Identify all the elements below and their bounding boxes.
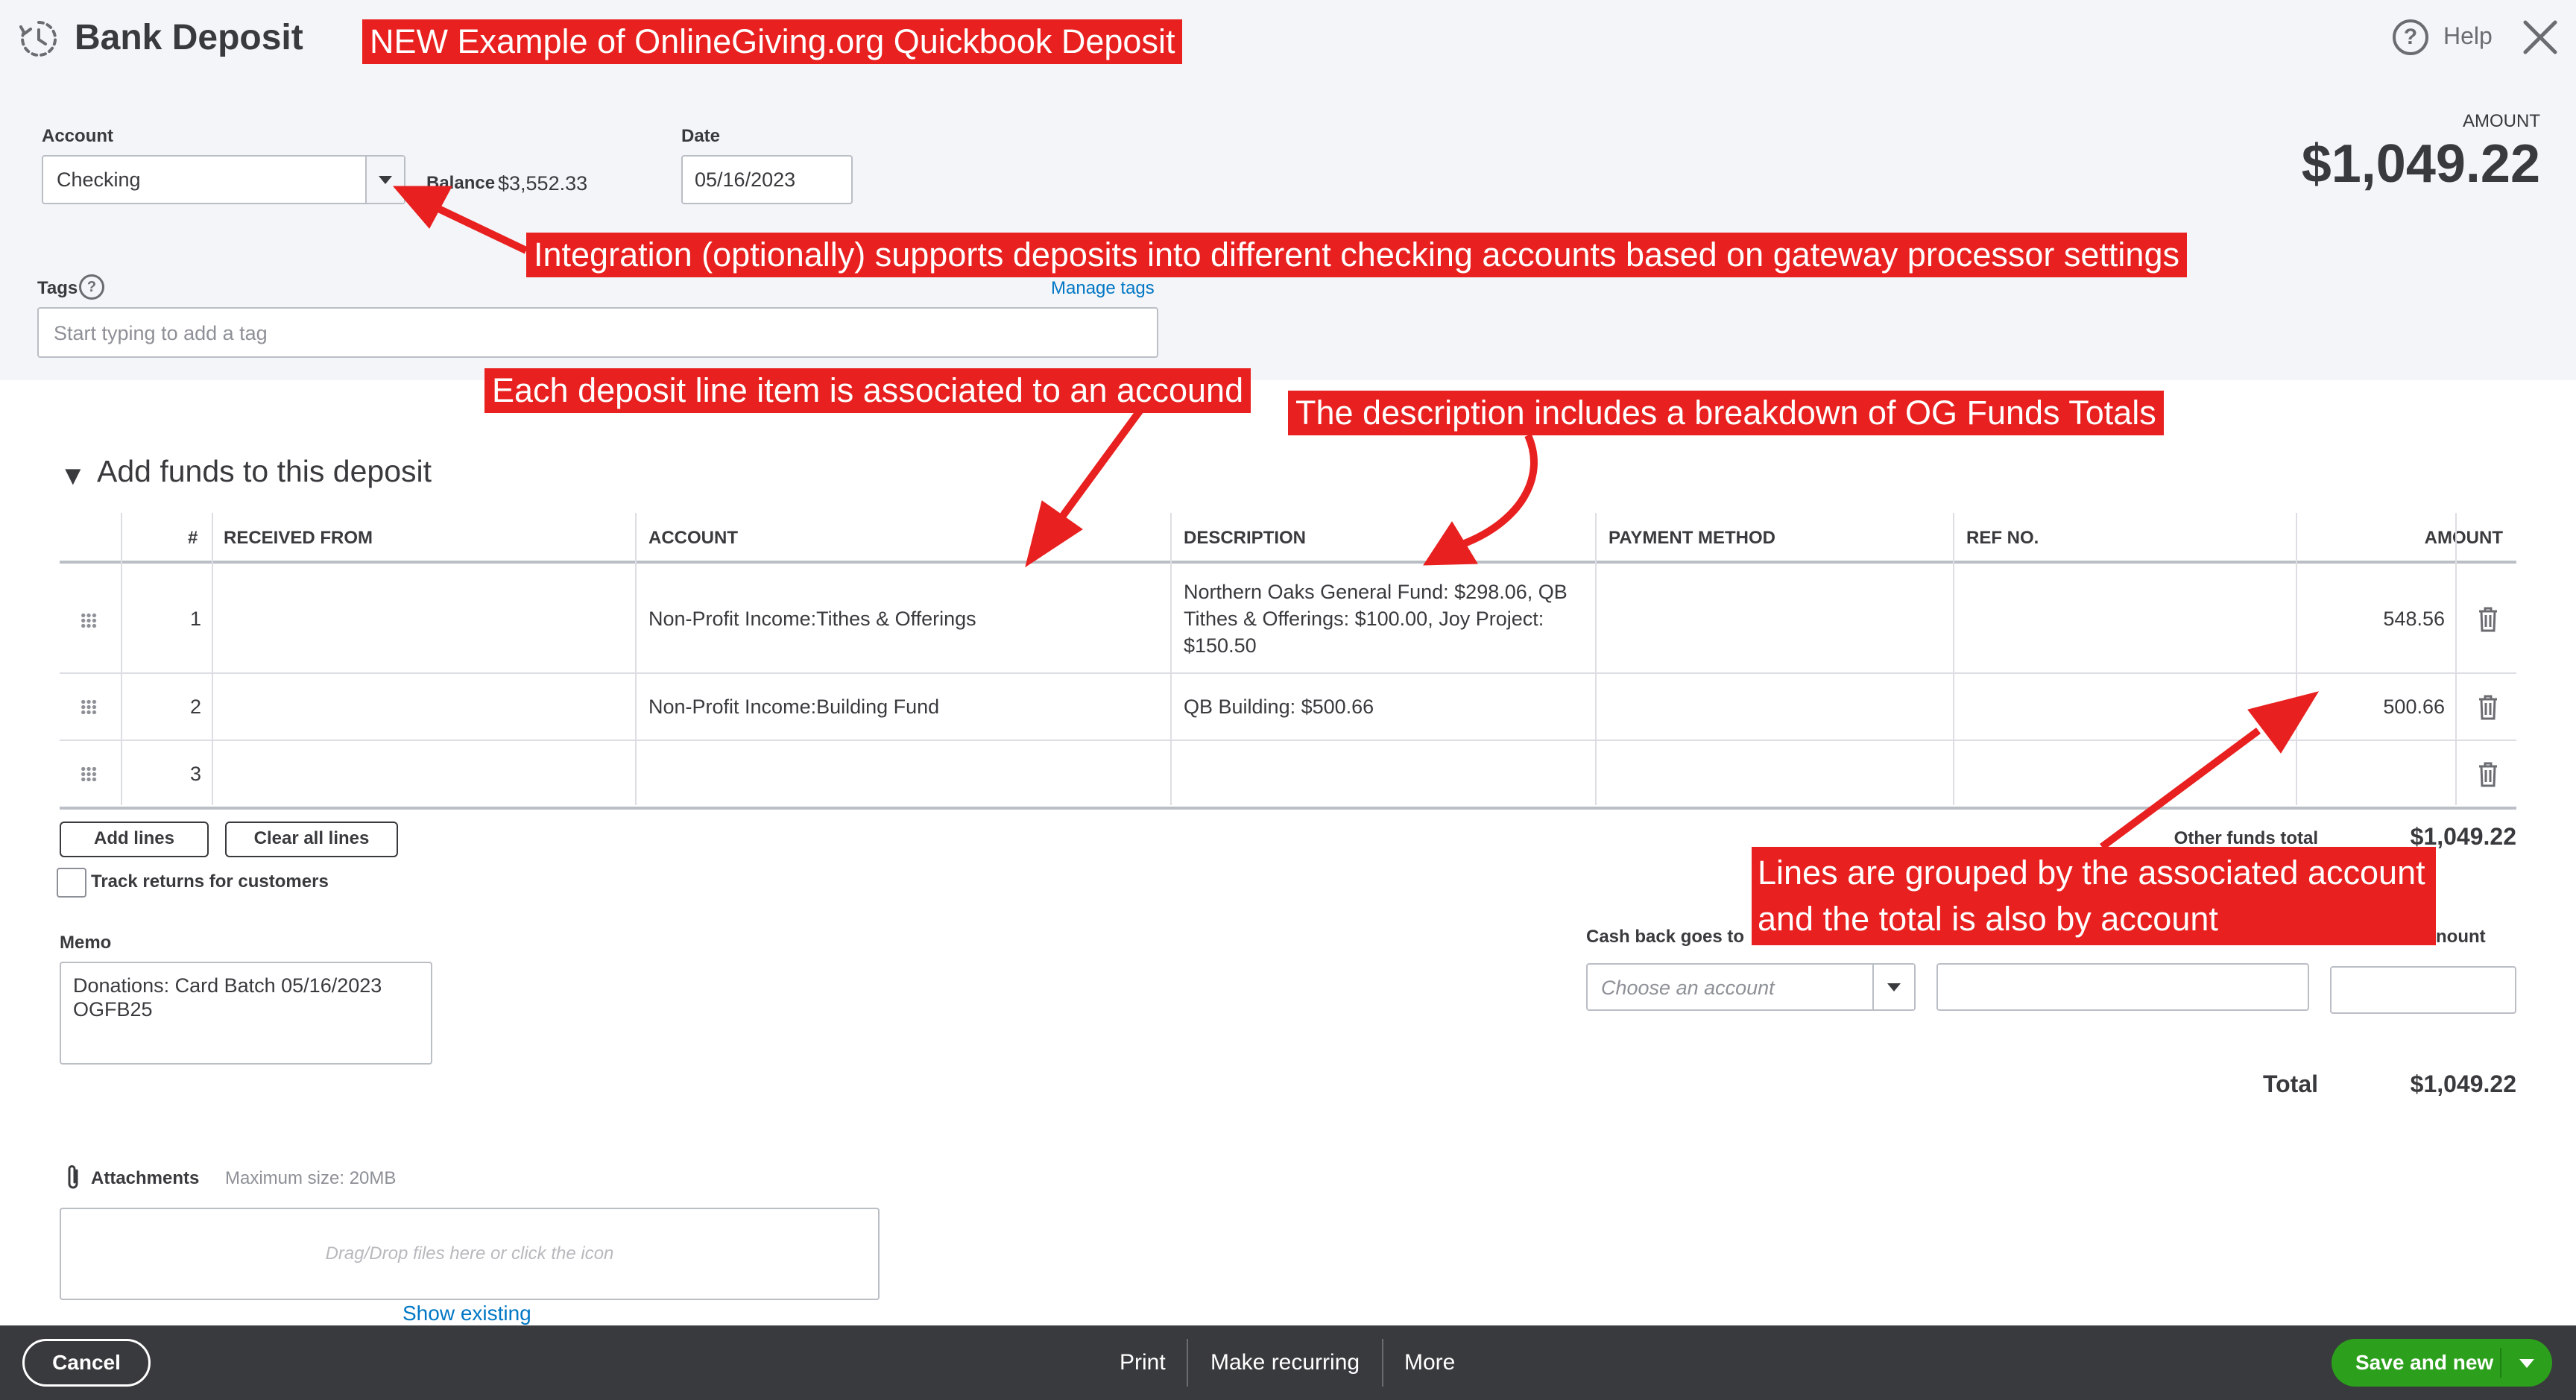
- save-and-new-button[interactable]: Save and new: [2332, 1339, 2552, 1387]
- amount-total: $1,049.22: [2301, 134, 2540, 194]
- row-description-line: Northern Oaks General Fund: $298.06, QB: [1184, 581, 1568, 603]
- track-returns-checkbox[interactable]: [57, 868, 86, 898]
- tags-placeholder: Start typing to add a tag: [54, 322, 268, 344]
- col-header-description: DESCRIPTION: [1184, 528, 1307, 548]
- drag-handle-icon[interactable]: [80, 613, 97, 628]
- cash-back-memo-input[interactable]: [1936, 963, 2309, 1011]
- add-lines-button[interactable]: Add lines: [60, 822, 209, 857]
- balance-label: Balance: [426, 173, 496, 193]
- col-header-received-from: RECEIVED FROM: [224, 528, 373, 548]
- help-label[interactable]: Help: [2443, 21, 2493, 51]
- annotation-description-note: The description includes a breakdown of …: [1288, 391, 2164, 435]
- print-link[interactable]: Print: [1120, 1348, 1166, 1378]
- account-select-value: Checking: [57, 168, 141, 191]
- annotation-grouped-note: Lines are grouped by the associated acco…: [1752, 847, 2436, 945]
- section-title[interactable]: Add funds to this deposit: [97, 450, 432, 492]
- help-icon[interactable]: ?: [2393, 19, 2428, 55]
- footer-divider: [1382, 1339, 1383, 1387]
- drag-handle-icon[interactable]: [80, 766, 97, 781]
- row-amount[interactable]: 500.66: [2311, 693, 2445, 720]
- trash-icon[interactable]: [2478, 607, 2498, 632]
- annotation-arrow-line: [1055, 408, 1144, 524]
- row-amount[interactable]: 548.56: [2311, 605, 2445, 632]
- table-row[interactable]: 2 Non-Profit Income:Building Fund QB Bui…: [60, 674, 2516, 741]
- row-description-line: $150.50: [1184, 634, 1257, 657]
- close-icon[interactable]: [2519, 16, 2561, 58]
- total-label: Total: [2262, 1071, 2318, 1097]
- col-header-account: ACCOUNT: [648, 528, 738, 548]
- cash-back-label: Cash back goes to: [1586, 927, 1745, 947]
- col-header-payment-method: PAYMENT METHOD: [1609, 528, 1776, 548]
- row-number: 2: [189, 696, 201, 718]
- tags-info-icon[interactable]: ?: [79, 274, 104, 300]
- recent-transactions-icon[interactable]: [18, 18, 60, 60]
- col-header-amount: AMOUNT: [2424, 528, 2503, 548]
- annotation-line-item-note: Each deposit line item is associated to …: [484, 368, 1251, 413]
- chevron-down-icon: [379, 175, 392, 184]
- cash-back-amount-label: nount: [2436, 927, 2486, 947]
- footer-divider: [1187, 1339, 1188, 1387]
- annotation-title-note: NEW Example of OnlineGiving.org Quickboo…: [362, 19, 1183, 64]
- total-value: $1,049.22: [2410, 1071, 2516, 1097]
- row-description[interactable]: QB Building: $500.66: [1184, 693, 1374, 720]
- tags-label: Tags: [37, 278, 78, 298]
- trash-icon[interactable]: [2478, 695, 2498, 720]
- date-label: Date: [681, 126, 721, 146]
- clear-all-lines-button[interactable]: Clear all lines: [225, 822, 398, 857]
- track-returns-label[interactable]: Track returns for customers: [91, 871, 329, 893]
- page-title: Bank Deposit: [75, 18, 303, 57]
- table-header: # RECEIVED FROM ACCOUNT DESCRIPTION PAYM…: [60, 513, 2516, 564]
- table-row[interactable]: 3: [60, 741, 2516, 810]
- annotation-grouped-note-line: and the total is also by account: [1758, 900, 2218, 938]
- row-account[interactable]: Non-Profit Income:Tithes & Offerings: [648, 605, 976, 632]
- chevron-down-icon[interactable]: [2519, 1359, 2534, 1368]
- amount-label: AMOUNT: [2463, 111, 2540, 131]
- save-and-new-label: Save and new: [2355, 1351, 2494, 1374]
- attachments-label: Attachments: [91, 1168, 200, 1188]
- memo-input[interactable]: Donations: Card Batch 05/16/2023 OGFB25: [60, 962, 432, 1065]
- row-description[interactable]: Northern Oaks General Fund: $298.06, QB …: [1184, 578, 1568, 659]
- date-input[interactable]: 05/16/2023: [681, 155, 853, 204]
- cash-back-dropdown-button[interactable]: [1872, 965, 1914, 1009]
- annotation-grouped-note-line: Lines are grouped by the associated acco…: [1758, 854, 2425, 892]
- account-select[interactable]: Checking: [42, 155, 405, 204]
- show-existing-link[interactable]: Show existing: [402, 1302, 531, 1325]
- col-header-ref-no: REF NO.: [1966, 528, 2039, 548]
- row-number: 3: [189, 763, 201, 785]
- attachments-dropzone[interactable]: Drag/Drop files here or click the icon: [60, 1208, 880, 1300]
- manage-tags-link[interactable]: Manage tags: [1051, 277, 1155, 300]
- trash-icon[interactable]: [2478, 762, 2498, 787]
- cancel-button[interactable]: Cancel: [22, 1339, 151, 1387]
- make-recurring-link[interactable]: Make recurring: [1210, 1348, 1360, 1378]
- memo-label: Memo: [60, 933, 112, 953]
- account-label: Account: [42, 126, 113, 146]
- split-button-divider: [2500, 1348, 2501, 1378]
- row-number: 1: [189, 608, 201, 630]
- table-row[interactable]: 1 Non-Profit Income:Tithes & Offerings N…: [60, 567, 2516, 674]
- account-dropdown-button[interactable]: [365, 157, 404, 203]
- col-header-num: #: [188, 528, 198, 548]
- drag-handle-icon[interactable]: [80, 699, 97, 714]
- row-description-line: Tithes & Offerings: $100.00, Joy Project…: [1184, 608, 1544, 630]
- collapse-triangle-icon[interactable]: ▼: [60, 459, 86, 492]
- chevron-down-icon: [1887, 983, 1901, 991]
- tags-input[interactable]: Start typing to add a tag: [37, 307, 1158, 358]
- row-account[interactable]: Non-Profit Income:Building Fund: [648, 693, 939, 720]
- balance-value: $3,552.33: [498, 172, 588, 195]
- cash-back-account-select[interactable]: Choose an account: [1586, 963, 1916, 1011]
- attachments-max-size: Maximum size: 20MB: [225, 1168, 397, 1188]
- cash-back-placeholder: Choose an account: [1601, 977, 1775, 999]
- paperclip-icon: [68, 1165, 78, 1189]
- cash-back-amount-input[interactable]: [2330, 966, 2516, 1014]
- more-link[interactable]: More: [1404, 1348, 1455, 1378]
- annotation-integration-note: Integration (optionally) supports deposi…: [526, 233, 2187, 277]
